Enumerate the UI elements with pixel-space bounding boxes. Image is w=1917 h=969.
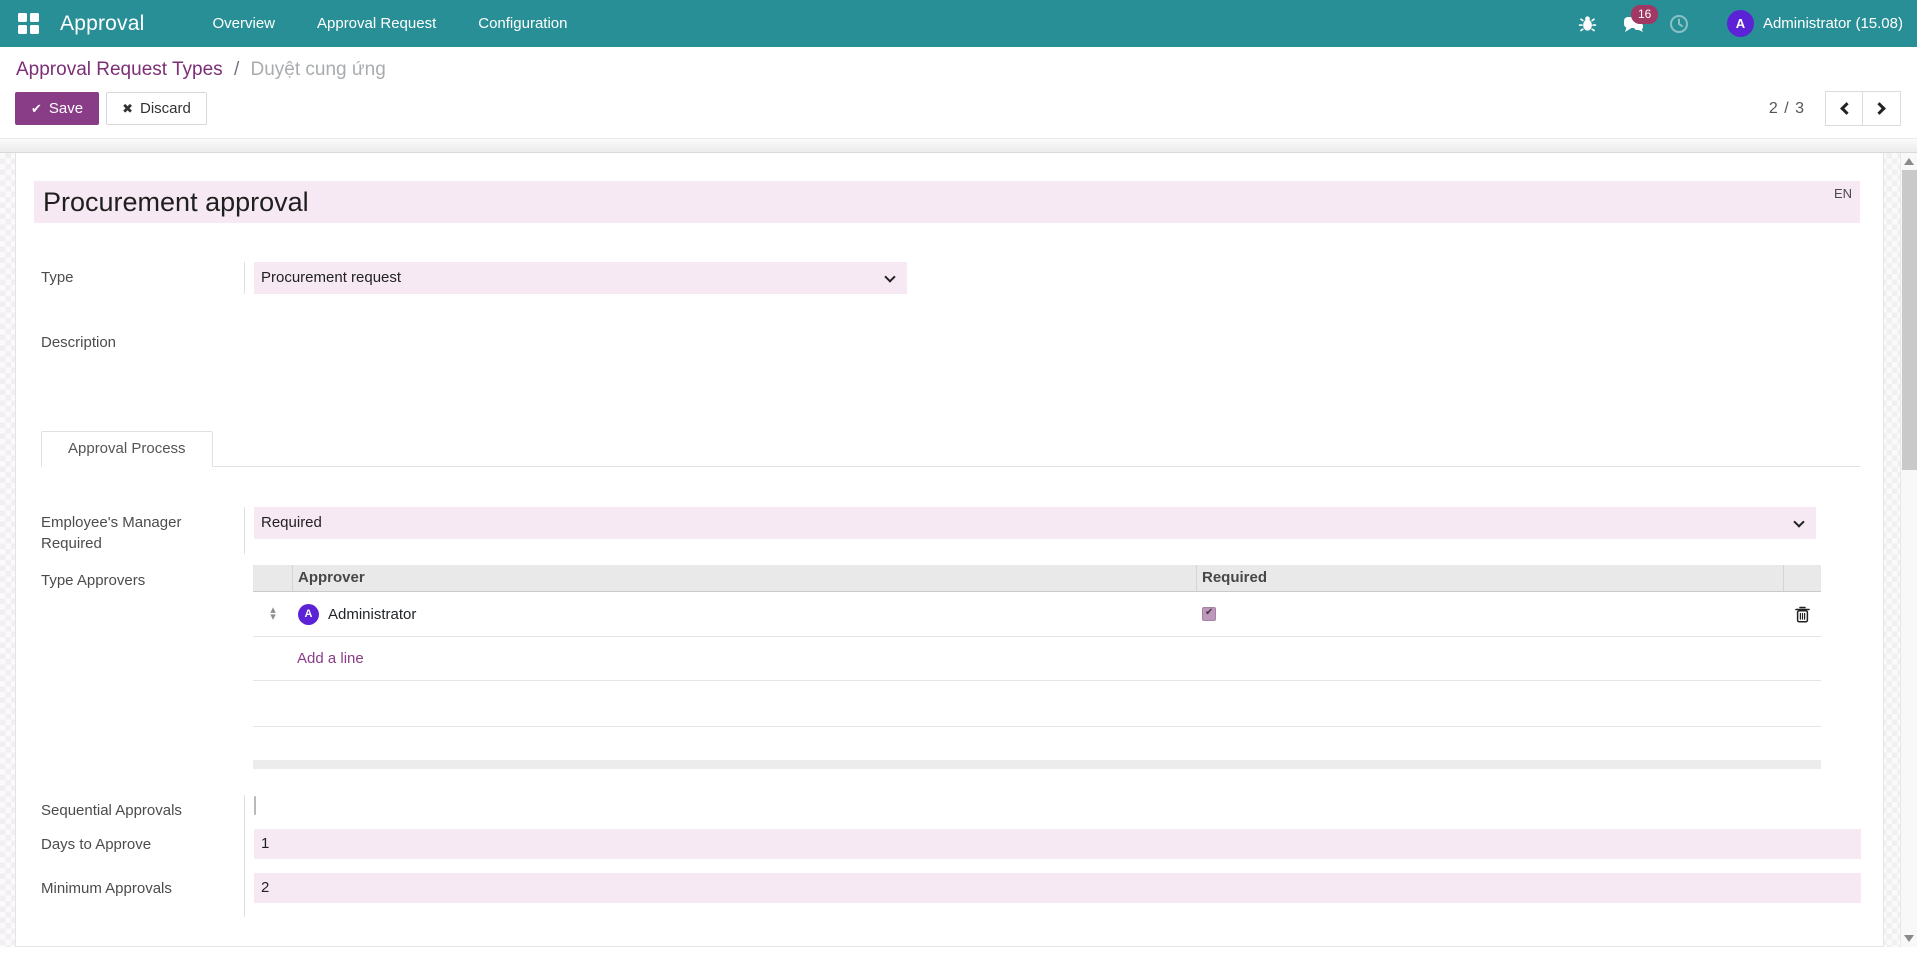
approver-name[interactable]: Administrator [328,606,416,623]
bug-icon [1578,14,1597,33]
add-line-row: Add a line [253,637,1821,681]
activities-button[interactable] [1657,0,1701,47]
required-checkbox[interactable] [1202,607,1216,621]
table-spacer [253,727,1821,760]
table-footer [253,760,1821,769]
approver-avatar: A [298,604,319,625]
manager-required-value: Required [261,514,322,531]
control-panel-buttons: ✔ Save ✖ Discard 2 / 3 [15,91,1901,126]
record-title-field[interactable]: Procurement approval EN [34,181,1860,223]
user-menu[interactable]: A Administrator (15.08) [1701,0,1917,47]
field-row-type-approvers: Type Approvers Approver Required [16,565,1883,769]
type-approvers-label: Type Approvers [41,565,244,769]
chevron-left-icon [1840,102,1853,115]
control-panel: Approval Request Types / Duyệt cung ứng … [0,47,1917,139]
table-row[interactable]: A Administrator [253,592,1821,637]
type-select-value: Procurement request [261,269,401,286]
approvers-table-header: Approver Required [253,565,1821,592]
field-row-manager-required: Employee's Manager Required Required [16,507,1883,554]
scroll-down-button[interactable] [1901,930,1917,947]
minimum-approvals-label: Minimum Approvals [41,873,244,917]
trash-icon [1795,606,1810,623]
tab-approval-process[interactable]: Approval Process [41,431,213,467]
messages-button[interactable]: 16 [1609,0,1657,47]
user-avatar: A [1727,10,1754,37]
description-label: Description [41,327,244,431]
check-icon: ✔ [31,101,42,117]
field-row-type: Type Procurement request [16,262,1883,294]
pager-previous-button[interactable] [1825,91,1863,126]
main-menu: Overview Approval Request Configuration [191,0,588,47]
debug-bug-icon[interactable] [1566,0,1609,47]
x-icon: ✖ [122,101,133,117]
required-column-header[interactable]: Required [1197,565,1784,591]
chevron-down-icon [1793,516,1804,527]
content-area: Procurement approval EN Type Procurement… [0,153,1917,947]
save-button-label: Save [49,100,83,117]
menu-item-overview[interactable]: Overview [191,0,296,47]
approver-column-header[interactable]: Approver [293,565,1197,591]
pager-value: 2 / 3 [1769,100,1805,118]
breadcrumb: Approval Request Types / Duyệt cung ứng [15,57,1901,91]
chevron-down-icon [884,271,895,282]
vertical-scrollbar[interactable] [1900,153,1917,947]
sequential-approvals-label: Sequential Approvals [41,795,244,829]
scroll-up-button[interactable] [1901,153,1917,170]
language-badge[interactable]: EN [1834,186,1852,201]
breadcrumb-parent-link[interactable]: Approval Request Types [16,59,223,80]
approvers-table: Approver Required A Administrator [253,565,1821,769]
menu-item-approval-request[interactable]: Approval Request [296,0,457,47]
chevron-right-icon [1873,102,1886,115]
days-to-approve-label: Days to Approve [41,829,244,873]
triangle-down-icon [1904,935,1914,942]
description-textarea[interactable] [253,327,1883,417]
type-select[interactable]: Procurement request [254,262,907,294]
apps-grid-icon[interactable] [18,13,39,34]
breadcrumb-current: Duyệt cung ứng [251,59,386,80]
scrollbar-thumb[interactable] [1902,170,1917,470]
sequential-approvals-checkbox[interactable] [254,796,256,815]
days-to-approve-input[interactable]: 1 [254,829,1861,859]
field-row-minimum-approvals: Minimum Approvals 2 [16,873,1883,917]
record-title: Procurement approval [34,181,1860,223]
type-label: Type [41,262,244,294]
notebook-tabs: Approval Process [41,431,1860,467]
handle-column-header [253,565,293,591]
field-row-sequential: Sequential Approvals [16,795,1883,829]
add-a-line-link[interactable]: Add a line [253,650,364,667]
breadcrumb-separator: / [234,59,239,80]
minimum-approvals-input[interactable]: 2 [254,873,1861,903]
delete-row-button[interactable] [1789,606,1816,623]
save-button[interactable]: ✔ Save [15,92,99,125]
top-navbar: Approval Overview Approval Request Confi… [0,0,1917,47]
delete-column-header [1784,565,1821,591]
field-row-description: Description [16,327,1883,431]
discard-button-label: Discard [140,100,191,117]
bottom-field-group: Sequential Approvals Days to Approve 1 M… [16,795,1883,917]
pager-next-button[interactable] [1863,91,1901,126]
app-brand[interactable]: Approval [60,12,144,36]
form-sheet: Procurement approval EN Type Procurement… [15,153,1884,947]
form-statusbar [0,139,1917,153]
manager-required-label: Employee's Manager Required [41,507,244,554]
navbar-systray: 16 A Administrator (15.08) [1566,0,1917,47]
field-row-days-to-approve: Days to Approve 1 [16,829,1883,873]
drag-handle-icon[interactable] [258,607,288,621]
clock-icon [1669,14,1689,34]
record-pager: 2 / 3 [1769,91,1901,126]
menu-item-configuration[interactable]: Configuration [457,0,588,47]
empty-table-row [253,681,1821,727]
user-name: Administrator (15.08) [1763,15,1903,32]
triangle-up-icon [1904,158,1914,165]
messages-count-badge: 16 [1631,5,1658,24]
manager-required-select[interactable]: Required [254,507,1816,539]
discard-button[interactable]: ✖ Discard [106,92,207,125]
